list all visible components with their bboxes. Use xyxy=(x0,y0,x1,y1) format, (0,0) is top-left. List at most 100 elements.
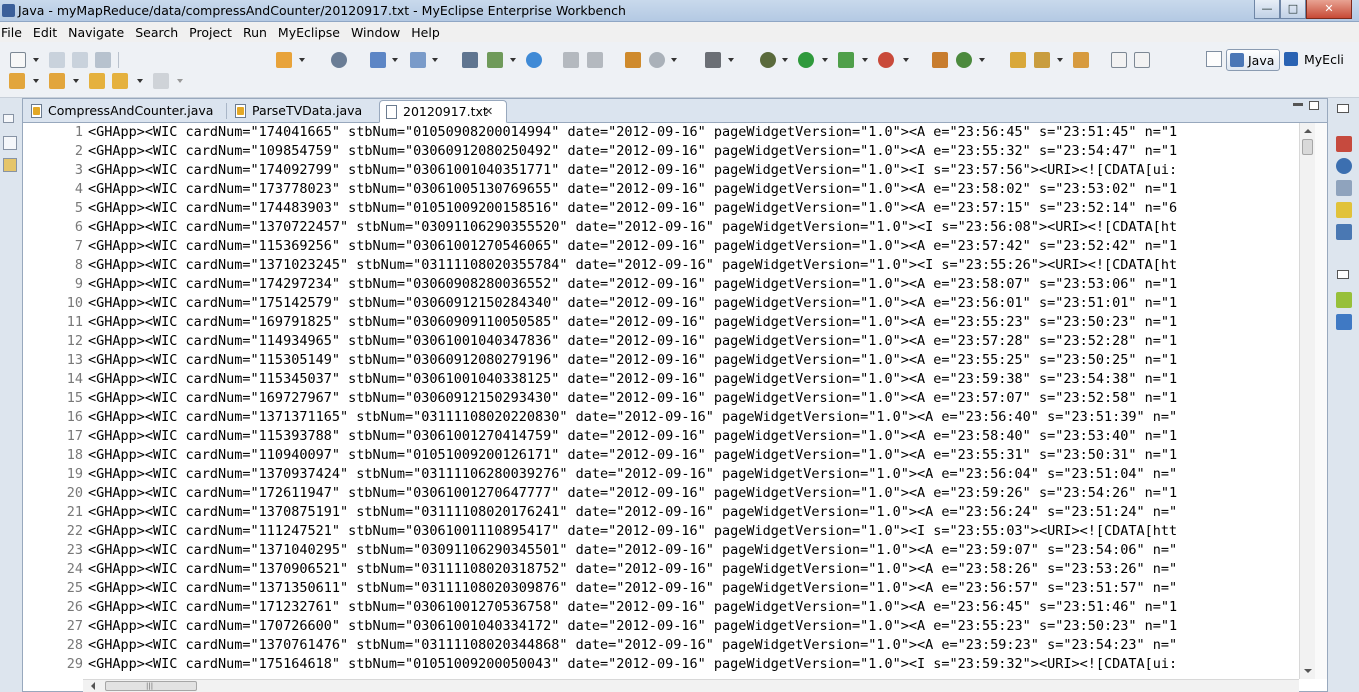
problems-icon[interactable] xyxy=(1336,136,1352,152)
tab-20120917-txt[interactable]: 20120917.txt ✕ xyxy=(379,100,507,123)
code-area[interactable]: 1 <GHApp><WIC cardNum="174041665" stbNum=… xyxy=(23,123,1299,679)
vertical-scroll-thumb[interactable] xyxy=(1302,139,1313,155)
menu-search[interactable]: Search xyxy=(129,25,183,40)
search-dropdown-icon[interactable] xyxy=(671,58,677,62)
task-list-icon[interactable] xyxy=(1336,314,1352,330)
menu-project[interactable]: Project xyxy=(183,25,237,40)
debug-web-dropdown-icon[interactable] xyxy=(392,58,398,62)
package-explorer-icon[interactable] xyxy=(3,136,17,150)
debug-web-icon[interactable] xyxy=(370,52,386,68)
run-config-icon[interactable] xyxy=(838,52,854,68)
line-text[interactable]: <GHApp><WIC cardNum="1370722457" stbNum=… xyxy=(88,218,1177,237)
menu-window[interactable]: Window xyxy=(345,25,405,40)
previous-annotation-dropdown-icon[interactable] xyxy=(73,79,79,83)
line-text[interactable]: <GHApp><WIC cardNum="109854759" stbNum="… xyxy=(88,142,1177,161)
horizontal-scroll-thumb[interactable]: ||| xyxy=(105,681,197,691)
line-text[interactable]: <GHApp><WIC cardNum="111247521" stbNum="… xyxy=(88,522,1177,541)
open-folder-icon[interactable] xyxy=(1010,52,1026,68)
tab-parsetvdata[interactable]: ParseTVData.java xyxy=(229,100,381,123)
maximize-view-icon[interactable] xyxy=(1309,101,1319,110)
external-tools-icon[interactable] xyxy=(878,52,894,68)
new-dropdown-icon[interactable] xyxy=(33,58,39,62)
scroll-up-icon[interactable] xyxy=(1304,129,1312,133)
line-text[interactable]: <GHApp><WIC cardNum="115369256" stbNum="… xyxy=(88,237,1177,256)
camera-dropdown-icon[interactable] xyxy=(728,58,734,62)
minimize-button[interactable]: — xyxy=(1254,0,1280,19)
line-text[interactable]: <GHApp><WIC cardNum="1370875191" stbNum=… xyxy=(88,503,1177,522)
restore-icon[interactable] xyxy=(1337,104,1349,113)
menu-help[interactable]: Help xyxy=(405,25,445,40)
back-icon[interactable] xyxy=(112,73,128,89)
new-java-project-icon[interactable] xyxy=(932,52,948,68)
server-icon[interactable] xyxy=(331,52,347,68)
horizontal-scrollbar[interactable]: ||| xyxy=(83,679,1299,692)
line-text[interactable]: <GHApp><WIC cardNum="1371023245" stbNum=… xyxy=(88,256,1177,275)
line-text[interactable]: <GHApp><WIC cardNum="1370761476" stbNum=… xyxy=(88,636,1177,655)
link-icon[interactable] xyxy=(1073,52,1089,68)
last-edit-location-icon[interactable] xyxy=(89,73,105,89)
line-text[interactable]: <GHApp><WIC cardNum="175142579" stbNum="… xyxy=(88,294,1177,313)
globe-icon[interactable] xyxy=(526,52,542,68)
line-text[interactable]: <GHApp><WIC cardNum="174092799" stbNum="… xyxy=(88,161,1177,180)
save-icon[interactable] xyxy=(49,52,65,68)
line-text[interactable]: <GHApp><WIC cardNum="174041665" stbNum="… xyxy=(88,123,1177,142)
tasks-icon[interactable] xyxy=(625,52,641,68)
line-text[interactable]: <GHApp><WIC cardNum="115393788" stbNum="… xyxy=(88,427,1177,446)
new-class-icon[interactable] xyxy=(956,52,972,68)
line-text[interactable]: <GHApp><WIC cardNum="1371350611" stbNum=… xyxy=(88,579,1177,598)
wizard-icon[interactable] xyxy=(410,52,426,68)
tab-compressandcounter[interactable]: CompressAndCounter.java xyxy=(25,100,227,123)
edit-pencil-icon[interactable] xyxy=(1034,52,1050,68)
save-all-icon[interactable] xyxy=(72,52,88,68)
line-text[interactable]: <GHApp><WIC cardNum="114934965" stbNum="… xyxy=(88,332,1177,351)
line-text[interactable]: <GHApp><WIC cardNum="174297234" stbNum="… xyxy=(88,275,1177,294)
run-config-dropdown-icon[interactable] xyxy=(862,58,868,62)
print-icon[interactable] xyxy=(95,52,111,68)
next-annotation-dropdown-icon[interactable] xyxy=(33,79,39,83)
new-icon[interactable] xyxy=(10,52,26,68)
line-text[interactable]: <GHApp><WIC cardNum="171232761" stbNum="… xyxy=(88,598,1177,617)
copy-icon[interactable] xyxy=(587,52,603,68)
restore-icon[interactable] xyxy=(3,114,14,123)
menu-run[interactable]: Run xyxy=(237,25,272,40)
minimize-view-icon[interactable] xyxy=(1293,103,1303,106)
line-text[interactable]: <GHApp><WIC cardNum="115305149" stbNum="… xyxy=(88,351,1177,370)
close-button[interactable]: ✕ xyxy=(1306,0,1352,19)
run-icon[interactable] xyxy=(798,52,814,68)
console-icon[interactable] xyxy=(1336,202,1352,218)
servers-icon[interactable] xyxy=(1336,224,1352,240)
external-tools-dropdown-icon[interactable] xyxy=(903,58,909,62)
open-type-icon[interactable] xyxy=(462,52,478,68)
declaration-icon[interactable] xyxy=(1336,180,1352,196)
debug-icon[interactable] xyxy=(760,52,776,68)
deploy-icon[interactable] xyxy=(276,52,292,68)
line-text[interactable]: <GHApp><WIC cardNum="172611947" stbNum="… xyxy=(88,484,1177,503)
menu-myeclipse[interactable]: MyEclipse xyxy=(272,25,345,40)
open-resource-dropdown-icon[interactable] xyxy=(510,58,516,62)
open-perspective-icon[interactable] xyxy=(1206,51,1222,67)
menu-navigate[interactable]: Navigate xyxy=(62,25,129,40)
maximize-button[interactable]: □ xyxy=(1280,0,1306,19)
outline-icon[interactable] xyxy=(1336,292,1352,308)
next-annotation-icon[interactable] xyxy=(9,73,25,89)
hierarchy-icon[interactable] xyxy=(3,158,17,172)
menu-file[interactable]: File xyxy=(0,25,27,40)
restore-icon[interactable] xyxy=(1337,270,1349,279)
line-text[interactable]: <GHApp><WIC cardNum="1370906521" stbNum=… xyxy=(88,560,1177,579)
line-text[interactable]: <GHApp><WIC cardNum="1371371165" stbNum=… xyxy=(88,408,1177,427)
perspective-myeclipse[interactable]: MyEcli xyxy=(1304,52,1344,67)
close-tab-icon[interactable]: ✕ xyxy=(484,101,493,122)
javadoc-icon[interactable] xyxy=(1336,158,1352,174)
run-dropdown-icon[interactable] xyxy=(822,58,828,62)
perspective-java[interactable]: Java xyxy=(1226,49,1280,71)
line-text[interactable]: <GHApp><WIC cardNum="173778023" stbNum="… xyxy=(88,180,1177,199)
line-text[interactable]: <GHApp><WIC cardNum="169727967" stbNum="… xyxy=(88,389,1177,408)
forward-icon[interactable] xyxy=(153,73,169,89)
back-dropdown-icon[interactable] xyxy=(137,79,143,83)
show-whitespace-icon[interactable] xyxy=(1134,52,1150,68)
debug-dropdown-icon[interactable] xyxy=(782,58,788,62)
deploy-dropdown-icon[interactable] xyxy=(299,58,305,62)
scroll-left-icon[interactable] xyxy=(91,682,95,690)
edit-pencil-dropdown-icon[interactable] xyxy=(1057,58,1063,62)
line-text[interactable]: <GHApp><WIC cardNum="170726600" stbNum="… xyxy=(88,617,1177,636)
